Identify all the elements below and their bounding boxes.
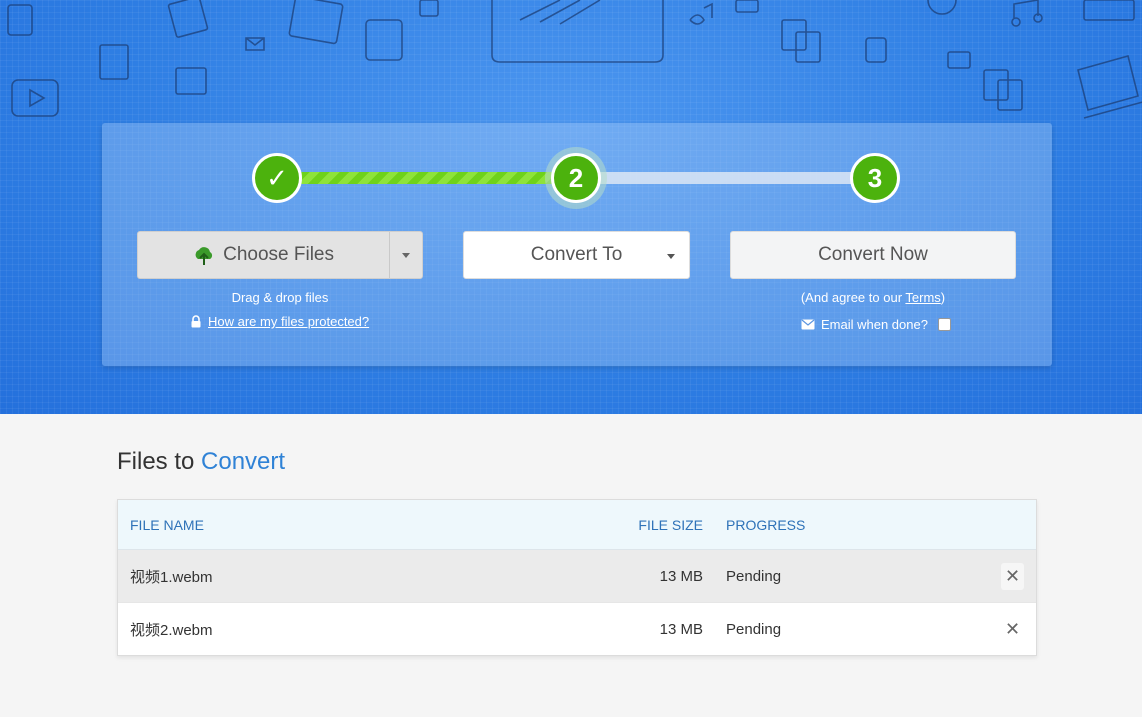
hero-banner: ✓ 2 3 Choose Files Convert To Convert No… (0, 0, 1142, 414)
terms-agreement: (And agree to our Terms) (730, 290, 1016, 305)
choose-files-button-group: Choose Files (137, 231, 423, 279)
file-name: 视频2.webm (130, 622, 213, 639)
column-file-size: FILE SIZE (638, 516, 703, 533)
files-protected-link[interactable]: How are my files protected? (208, 314, 369, 329)
email-when-done-checkbox[interactable] (937, 318, 951, 331)
dropdown-caret-icon (667, 254, 675, 259)
file-size: 13 MB (659, 621, 703, 638)
column-progress: PROGRESS (726, 516, 806, 533)
file-progress: Pending (726, 567, 782, 585)
files-section-title: Files to Convert (117, 448, 285, 476)
agree-text: (And agree to our (800, 290, 906, 305)
remove-icon[interactable]: ✕ (1001, 562, 1024, 590)
checkmark-icon: ✓ (266, 162, 288, 193)
email-when-done-label: Email when done? (821, 317, 928, 332)
remove-icon[interactable]: ✕ (1001, 616, 1024, 643)
files-table: FILE NAME FILE SIZE PROGRESS 视频1.webm 13… (117, 499, 1037, 656)
choose-files-button[interactable]: Choose Files (138, 232, 389, 278)
choose-files-dropdown[interactable] (389, 232, 422, 278)
step-3-number: 3 (867, 162, 883, 193)
drag-drop-hint: Drag & drop files (231, 290, 329, 305)
file-size: 13 MB (659, 567, 703, 585)
table-row: 视频1.webm 13 MB Pending ✕ (118, 550, 1036, 603)
email-when-done-row: Email when done? (801, 317, 951, 332)
convert-now-button[interactable]: Convert Now (730, 231, 1016, 279)
terms-link[interactable]: Terms (905, 290, 940, 305)
column-file-name: FILE NAME (130, 516, 204, 533)
file-name: 视频1.webm (130, 568, 213, 586)
table-header: FILE NAME FILE SIZE PROGRESS (118, 500, 1036, 550)
agree-suffix: ) (940, 290, 946, 305)
files-protected-row: How are my files protected? (190, 314, 369, 329)
convert-to-select[interactable]: Convert To (463, 231, 690, 279)
dropdown-caret-icon (402, 252, 411, 258)
step-3: 3 (850, 153, 900, 203)
file-progress: Pending (726, 621, 782, 638)
progress-track-completed (300, 172, 552, 184)
doodle-icons (7, 0, 1142, 119)
convert-to-label: Convert To (530, 244, 623, 265)
lock-icon (191, 315, 201, 328)
choose-files-label: Choose Files (223, 244, 334, 265)
cloud-upload-icon (195, 247, 213, 265)
convert-now-label: Convert Now (818, 244, 928, 265)
title-accent: Convert (201, 448, 286, 475)
envelope-icon (801, 319, 815, 330)
table-row: 视频2.webm 13 MB Pending ✕ (118, 603, 1036, 656)
title-prefix: Files to (117, 448, 195, 475)
step-2-number: 2 (568, 162, 584, 193)
progress-track-pending (598, 172, 856, 184)
step-1-complete: ✓ (252, 153, 302, 203)
step-2-current: 2 (551, 153, 601, 203)
